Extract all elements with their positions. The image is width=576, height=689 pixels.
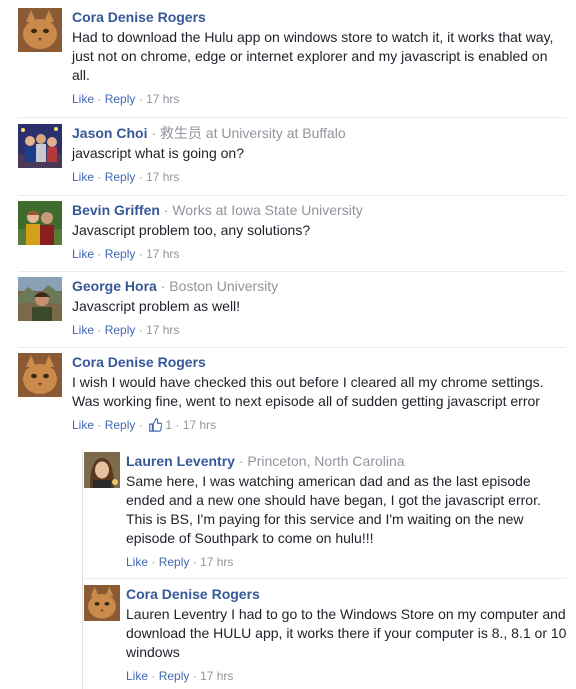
- reply-link[interactable]: Reply: [159, 669, 190, 683]
- woman-portrait-avatar-icon: [84, 452, 120, 488]
- author-name[interactable]: Jason Choi: [72, 125, 147, 141]
- timestamp[interactable]: 17 hrs: [200, 555, 233, 569]
- author-name[interactable]: George Hora: [72, 278, 157, 294]
- separator: ·: [97, 418, 102, 432]
- separator: ·: [138, 247, 143, 261]
- thumbs-up-icon[interactable]: [148, 418, 163, 436]
- avatar[interactable]: [18, 201, 62, 245]
- divider: [18, 195, 566, 196]
- avatar[interactable]: [84, 585, 120, 621]
- divider: [84, 578, 566, 579]
- comment-text: Same here, I was watching american dad a…: [126, 473, 541, 546]
- timestamp[interactable]: 17 hrs: [146, 323, 179, 337]
- separator: ·: [138, 323, 143, 337]
- separator: ·: [151, 669, 156, 683]
- separator: ·: [138, 170, 143, 184]
- reply-link[interactable]: Reply: [105, 170, 136, 184]
- separator: ·: [138, 418, 143, 432]
- reply-link[interactable]: Reply: [105, 323, 136, 337]
- avatar[interactable]: [18, 124, 62, 168]
- like-link[interactable]: Like: [126, 669, 148, 683]
- reply-link[interactable]: Reply: [105, 418, 136, 432]
- like-count[interactable]: 1: [165, 418, 172, 432]
- comment-text: Javascript problem too, any solutions?: [72, 222, 311, 238]
- avatar[interactable]: [18, 277, 62, 321]
- like-link[interactable]: Like: [72, 247, 94, 261]
- comment-text: Lauren Leventry I had to go to the Windo…: [126, 606, 567, 660]
- author-name[interactable]: Bevin Griffen: [72, 202, 160, 218]
- divider: [18, 347, 566, 348]
- author-name[interactable]: Cora Denise Rogers: [126, 586, 260, 602]
- comment-text: Had to download the Hulu app on windows …: [72, 29, 554, 83]
- separator: ·: [97, 247, 102, 261]
- author-meta: · Princeton, North Carolina: [234, 453, 405, 469]
- comment-text: I wish I would have checked this out bef…: [72, 374, 544, 409]
- timestamp[interactable]: 17 hrs: [183, 418, 216, 432]
- author-name[interactable]: Cora Denise Rogers: [72, 354, 206, 370]
- author-name[interactable]: Cora Denise Rogers: [72, 9, 206, 25]
- like-link[interactable]: Like: [126, 555, 148, 569]
- timestamp[interactable]: 17 hrs: [146, 92, 179, 106]
- divider: [18, 117, 566, 118]
- separator: ·: [97, 170, 102, 184]
- like-link[interactable]: Like: [72, 323, 94, 337]
- reply-link[interactable]: Reply: [105, 92, 136, 106]
- comment-text: Javascript problem as well!: [72, 298, 241, 314]
- author-name[interactable]: Lauren Leventry: [126, 453, 235, 469]
- separator: ·: [192, 669, 197, 683]
- separator: ·: [192, 555, 197, 569]
- cat-avatar-icon: [18, 8, 62, 52]
- avatar[interactable]: [84, 452, 120, 488]
- outdoor-photo-avatar-icon: [18, 277, 62, 321]
- divider: [18, 271, 566, 272]
- group-photo-avatar-icon: [18, 124, 62, 168]
- like-link[interactable]: Like: [72, 92, 94, 106]
- comment-text: javascript what is going on?: [72, 145, 244, 161]
- avatar[interactable]: [18, 353, 62, 397]
- separator: ·: [175, 418, 180, 432]
- couple-photo-avatar-icon: [18, 201, 62, 245]
- separator: ·: [138, 92, 143, 106]
- separator: ·: [151, 555, 156, 569]
- separator: ·: [97, 92, 102, 106]
- like-link[interactable]: Like: [72, 418, 94, 432]
- author-meta: · 救生员 at University at Buffalo: [147, 125, 346, 141]
- like-link[interactable]: Like: [72, 170, 94, 184]
- reply-link[interactable]: Reply: [105, 247, 136, 261]
- timestamp[interactable]: 17 hrs: [200, 669, 233, 683]
- reply-thread-line: [82, 450, 83, 689]
- timestamp[interactable]: 17 hrs: [146, 247, 179, 261]
- cat-avatar-icon: [84, 585, 120, 621]
- cat-avatar-icon: [18, 353, 62, 397]
- timestamp[interactable]: 17 hrs: [146, 170, 179, 184]
- author-meta: · Works at Iowa State University: [159, 202, 363, 218]
- avatar[interactable]: [18, 8, 62, 52]
- separator: ·: [97, 323, 102, 337]
- author-meta: · Boston University: [156, 278, 279, 294]
- reply-link[interactable]: Reply: [159, 555, 190, 569]
